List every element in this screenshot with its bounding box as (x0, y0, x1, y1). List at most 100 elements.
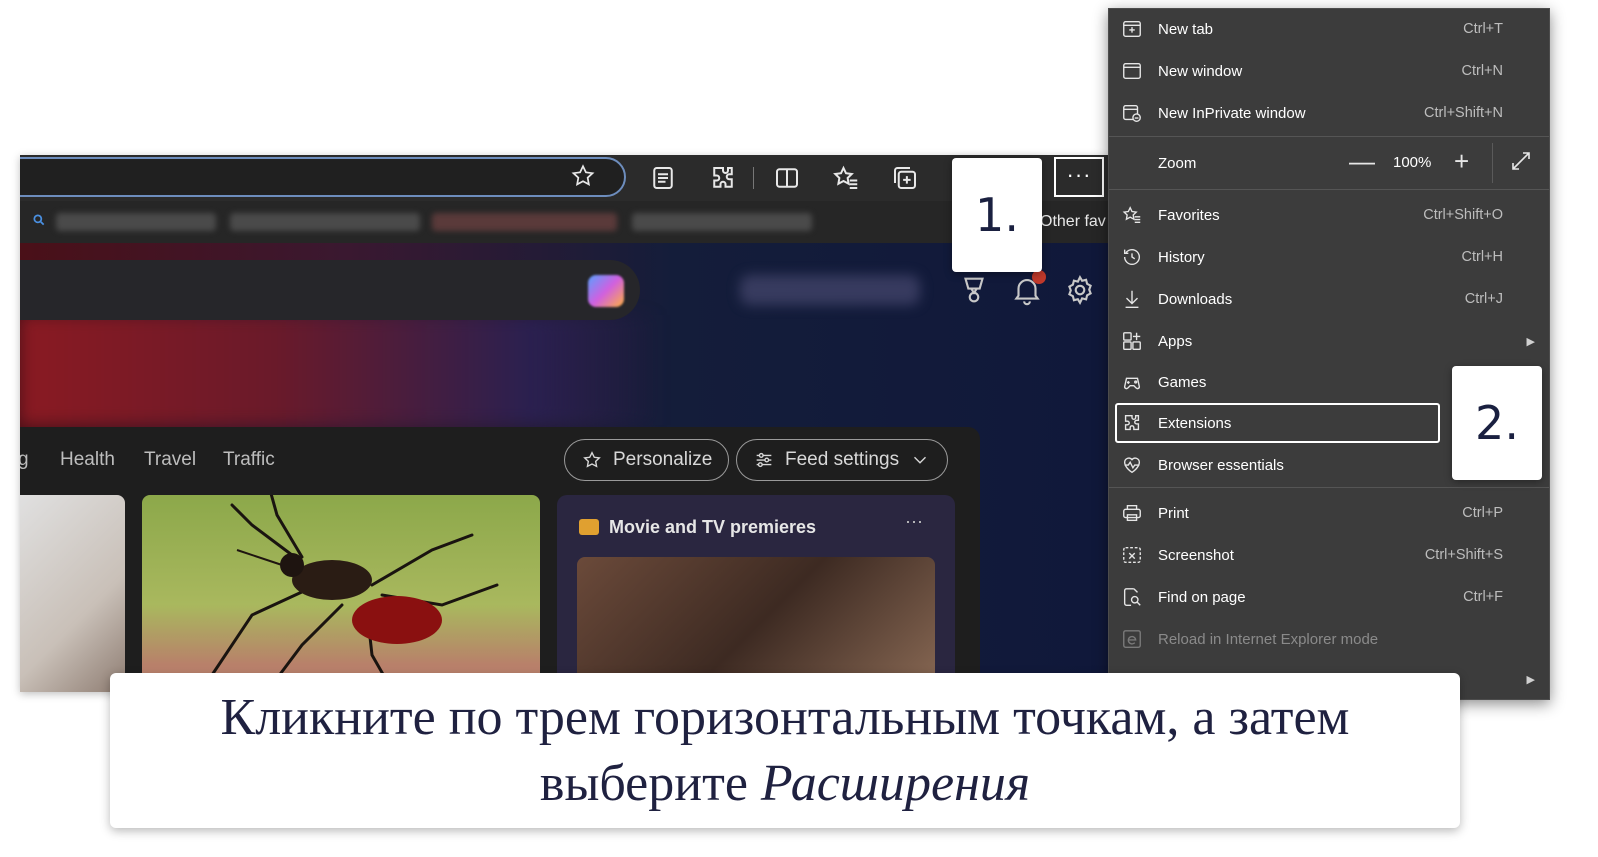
new-tab-icon (1121, 18, 1143, 40)
movie-card-title: Movie and TV premieres (609, 517, 817, 537)
more-options-button[interactable]: ··· (1054, 157, 1104, 197)
caption-line-1: Кликните по трем горизонтальным точкам, … (220, 688, 1350, 746)
movie-premieres-card[interactable]: Movie and TV premieres ··· (557, 495, 955, 692)
screenshot-icon (1121, 544, 1143, 566)
menu-item-new-window[interactable]: New window Ctrl+N (1109, 51, 1549, 91)
menu-item-label: Apps (1158, 332, 1193, 350)
menu-item-label: Screenshot (1158, 546, 1234, 564)
find-icon (1121, 586, 1143, 608)
feed-tab-health[interactable]: Health (60, 449, 115, 471)
personalize-button[interactable]: Personalize (564, 439, 730, 481)
menu-item-screenshot[interactable]: Screenshot Ctrl+Shift+S (1109, 535, 1549, 575)
menu-item-print[interactable]: Print Ctrl+P (1109, 493, 1549, 533)
games-icon (1121, 371, 1143, 393)
browser-settings-menu: New tab Ctrl+T New window Ctrl+N New InP… (1108, 8, 1550, 700)
menu-item-downloads[interactable]: Downloads Ctrl+J (1109, 279, 1549, 319)
favorite-item[interactable] (632, 213, 812, 231)
zoom-value: 100% (1393, 154, 1432, 171)
toolbar-divider (753, 167, 754, 189)
menu-item-label: Games (1158, 373, 1207, 391)
menu-item-shortcut: Ctrl+H (1461, 249, 1504, 265)
ie-icon (1121, 628, 1143, 650)
search-box[interactable] (20, 260, 640, 320)
downloads-icon (1121, 288, 1143, 310)
blurred-header (740, 275, 920, 305)
menu-item-label: Reload in Internet Explorer mode (1158, 630, 1379, 648)
menu-item-new-tab[interactable]: New tab Ctrl+T (1109, 9, 1549, 49)
feed-settings-button[interactable]: Feed settings (736, 439, 949, 481)
favorite-item[interactable] (56, 213, 216, 231)
favorites-icon[interactable] (831, 163, 861, 193)
menu-item-label: New window (1158, 62, 1243, 80)
caption-extensions-word: Расширения (760, 754, 1031, 812)
extensions-icon[interactable] (708, 163, 738, 193)
address-bar[interactable] (20, 157, 626, 197)
search-icon (32, 213, 46, 227)
step-1-callout: 1. (952, 158, 1042, 272)
personalize-label: Personalize (613, 449, 713, 470)
favorite-item[interactable] (230, 213, 420, 231)
menu-item-history[interactable]: History Ctrl+H (1109, 237, 1549, 277)
menu-item-new-inprivate-window[interactable]: New InPrivate window Ctrl+Shift+N (1109, 93, 1549, 133)
menu-item-find-on-page[interactable]: Find on page Ctrl+F (1109, 577, 1549, 617)
news-card-mosquito[interactable] (142, 495, 540, 692)
split-screen-icon[interactable] (772, 163, 802, 193)
menu-item-shortcut: Ctrl+Shift+O (1423, 207, 1503, 223)
feed-settings-label: Feed settings (785, 449, 900, 470)
menu-item-label: Print (1158, 504, 1189, 522)
print-icon (1121, 502, 1143, 524)
menu-divider (1109, 487, 1549, 488)
menu-item-shortcut: Ctrl+F (1463, 589, 1503, 605)
mosquito-image (210, 495, 499, 692)
inprivate-icon (1121, 102, 1143, 124)
menu-item-zoom: Zoom (1109, 143, 1549, 183)
menu-item-label: New InPrivate window (1158, 104, 1306, 122)
menu-divider (1109, 189, 1549, 190)
copilot-icon[interactable] (588, 275, 624, 307)
instruction-caption: Кликните по трем горизонтальным точкам, … (110, 673, 1460, 828)
news-card-image[interactable] (20, 495, 125, 692)
notification-badge (1032, 270, 1046, 284)
caption-line-2: выберите Расширения (540, 751, 1030, 817)
menu-divider (1109, 136, 1549, 137)
menu-item-label: Downloads (1158, 290, 1233, 308)
menu-item-shortcut: Ctrl+P (1462, 505, 1503, 521)
feed-tab-travel[interactable]: Travel (144, 449, 196, 471)
movie-still-image (577, 557, 935, 692)
step-2-callout: 2. (1452, 366, 1542, 480)
sparkle-star-icon (583, 451, 601, 468)
zoom-out-button[interactable]: — (1349, 146, 1375, 177)
reading-view-icon[interactable] (648, 163, 678, 193)
feed-tab-partial[interactable]: g (20, 449, 29, 471)
menu-item-shortcut: Ctrl+T (1463, 21, 1503, 37)
feed-tab-traffic[interactable]: Traffic (223, 449, 275, 471)
menu-item-favorites[interactable]: Favorites Ctrl+Shift+O (1109, 195, 1549, 235)
menu-item-label: History (1158, 248, 1205, 266)
rewards-icon[interactable] (957, 273, 991, 307)
favorites-icon (1121, 204, 1143, 226)
favorite-item[interactable] (432, 213, 617, 231)
tutorial-screenshot: ··· Other fav g Health Travel Traffic Pe… (0, 0, 1598, 857)
fullscreen-icon[interactable] (1509, 149, 1533, 173)
clapperboard-icon (579, 519, 599, 535)
submenu-arrow-icon: ▶ (1526, 673, 1535, 686)
new-window-icon (1121, 60, 1143, 82)
zoom-divider (1492, 143, 1493, 183)
settings-gear-icon[interactable] (1063, 273, 1097, 307)
card-more-options[interactable]: ··· (905, 511, 923, 532)
menu-item-label: Favorites (1158, 206, 1220, 224)
apps-icon (1121, 330, 1143, 352)
menu-item-label: Find on page (1158, 588, 1246, 606)
star-icon[interactable] (570, 163, 596, 189)
other-favorites-label[interactable]: Other fav (1040, 213, 1106, 231)
menu-item-shortcut: Ctrl+J (1464, 291, 1503, 307)
menu-item-label: New tab (1158, 20, 1214, 38)
menu-item-label: Browser essentials (1158, 456, 1284, 474)
submenu-arrow-icon: ▶ (1526, 335, 1535, 348)
menu-item-shortcut: Ctrl+Shift+N (1424, 105, 1503, 121)
menu-item-apps[interactable]: Apps ▶ (1109, 321, 1549, 361)
collections-icon[interactable] (890, 163, 920, 193)
browser-window: ··· Other fav g Health Travel Traffic Pe… (20, 155, 1110, 692)
menu-item-reload-ie-mode: Reload in Internet Explorer mode (1109, 619, 1549, 659)
zoom-in-button[interactable]: + (1454, 146, 1469, 177)
